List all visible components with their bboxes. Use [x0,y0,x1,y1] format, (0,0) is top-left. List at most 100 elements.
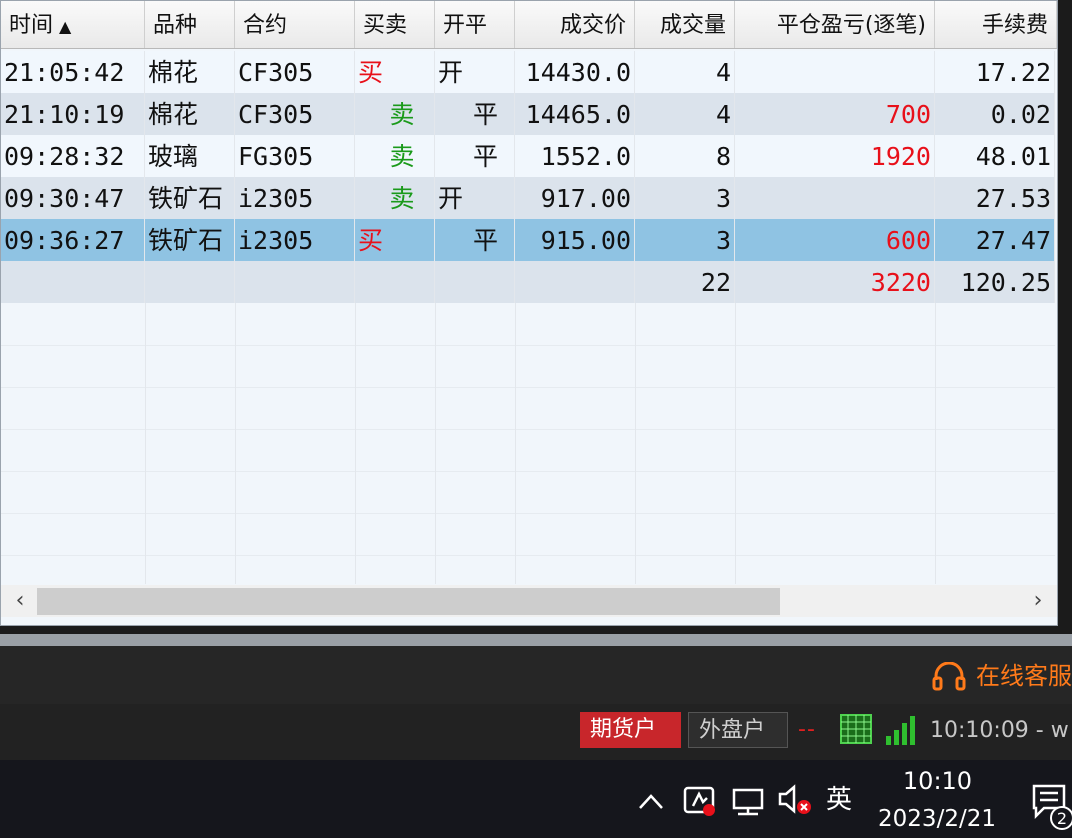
table-row[interactable]: 21:05:42 棉花 CF305 买 开 14430.0 4 17.22 [1,51,1055,93]
cell-close-pnl: 1920 [735,135,935,177]
online-service-label: 在线客服 [976,662,1072,690]
sort-up-icon: ▲ [59,17,72,36]
cell-time: 09:30:47 [1,177,145,219]
cell-open-close: 平 [435,135,515,177]
empty-cell [515,261,635,303]
notification-count: 2 [1057,809,1067,828]
horizontal-scrollbar[interactable]: ‹ › [1,585,1057,617]
cell-contract: FG305 [235,135,355,177]
scrollbar-thumb[interactable] [37,588,780,615]
table-row[interactable]: 09:28:32 玻璃 FG305 卖 平 1552.0 8 1920 48.0… [1,135,1055,177]
cell-time: 21:10:19 [1,93,145,135]
scroll-left-icon[interactable]: ‹ [3,585,37,617]
column-header-contract[interactable]: 合约 [235,1,355,48]
grid-header: 时间 ▲ 品种 合约 买卖 开平 成交价 成交量 平仓盈亏(逐笔) 手续费 [1,1,1057,49]
cell-variety: 棉花 [145,93,235,135]
futures-account-button[interactable]: 期货户 [580,712,681,748]
cell-side: 卖 [355,135,435,177]
volume-muted-icon[interactable] [776,772,816,828]
cell-price: 1552.0 [515,135,635,177]
cell-open-close: 开 [435,177,515,219]
ime-indicator[interactable]: 英 [826,780,852,820]
empty-row [1,429,1055,472]
cell-close-pnl [735,177,935,219]
cell-volume: 3 [635,219,735,261]
notification-icon[interactable]: 2 [1030,780,1072,830]
cell-variety: 玻璃 [145,135,235,177]
cell-variety: 棉花 [145,51,235,93]
app-splitter[interactable] [0,634,1072,646]
total-row: 22 3220 120.25 [1,261,1055,303]
cell-price: 14430.0 [515,51,635,93]
cell-fee: 27.47 [935,219,1055,261]
total-volume: 22 [635,261,735,303]
cell-open-close: 平 [435,93,515,135]
cell-contract: CF305 [235,93,355,135]
cell-price: 915.00 [515,219,635,261]
cell-fee: 0.02 [935,93,1055,135]
cell-close-pnl: 700 [735,93,935,135]
column-header-time[interactable]: 时间 ▲ [1,1,145,48]
cell-fee: 48.01 [935,135,1055,177]
column-header-price[interactable]: 成交价 [515,1,635,48]
status-time: 10:10:09 - w [930,718,1069,743]
table-row[interactable]: 21:10:19 棉花 CF305 卖 平 14465.0 4 700 0.02 [1,93,1055,135]
cell-contract: i2305 [235,219,355,261]
cell-time: 09:36:27 [1,219,145,261]
cell-volume: 3 [635,177,735,219]
cell-open-close: 开 [435,51,515,93]
column-header-open-close[interactable]: 开平 [435,1,515,48]
empty-row [1,471,1055,514]
cell-contract: i2305 [235,177,355,219]
cell-close-pnl: 600 [735,219,935,261]
chevron-up-icon[interactable] [636,772,666,828]
cell-time: 21:05:42 [1,51,145,93]
total-fee: 120.25 [935,261,1055,303]
cell-variety: 铁矿石 [145,177,235,219]
system-time[interactable]: 10:10 [880,764,995,798]
column-header-close-pnl[interactable]: 平仓盈亏(逐笔) [735,1,935,48]
empty-cell [145,261,235,303]
empty-cell [355,261,435,303]
empty-cell [435,261,515,303]
table-row-selected[interactable]: 09:36:27 铁矿石 i2305 买 平 915.00 3 600 27.4… [1,219,1055,261]
cell-time: 09:28:32 [1,135,145,177]
cell-side: 卖 [355,93,435,135]
empty-row [1,303,1055,346]
scroll-right-icon[interactable]: › [1021,585,1055,617]
table-row[interactable]: 09:30:47 铁矿石 i2305 卖 开 917.00 3 27.53 [1,177,1055,219]
headset-icon [932,661,966,692]
column-header-volume[interactable]: 成交量 [635,1,735,48]
empty-row [1,345,1055,388]
column-header-fee[interactable]: 手续费 [935,1,1057,48]
empty-row [1,513,1055,556]
cell-volume: 4 [635,93,735,135]
scrollbar-track[interactable] [37,588,1021,615]
online-service-link[interactable]: 在线客服 [932,656,1072,696]
empty-cell [235,261,355,303]
column-header-variety[interactable]: 品种 [145,1,235,48]
foreign-account-button[interactable]: 外盘户 [688,712,788,748]
column-header-side[interactable]: 买卖 [355,1,435,48]
cell-variety: 铁矿石 [145,219,235,261]
cell-volume: 8 [635,135,735,177]
cell-price: 917.00 [515,177,635,219]
cell-price: 14465.0 [515,93,635,135]
cell-fee: 27.53 [935,177,1055,219]
grid-status-icon[interactable] [840,714,872,744]
cell-close-pnl [735,51,935,93]
cell-side: 卖 [355,177,435,219]
signal-bars-icon [884,714,918,746]
app-tray-icon[interactable] [682,772,718,828]
connection-indicator: -- [798,717,816,742]
trade-grid-window: 时间 ▲ 品种 合约 买卖 开平 成交价 成交量 平仓盈亏(逐笔) 手续费 21:… [0,0,1058,626]
network-icon[interactable] [730,772,766,828]
grid-body: 21:05:42 棉花 CF305 买 开 14430.0 4 17.22 21… [1,51,1057,584]
total-close-pnl: 3220 [735,261,935,303]
cell-side: 买 [355,219,435,261]
empty-cell [1,261,145,303]
cell-side: 买 [355,51,435,93]
column-header-label: 时间 [9,13,54,38]
empty-row [1,387,1055,430]
system-date[interactable]: 2023/2/21 [872,802,1002,836]
